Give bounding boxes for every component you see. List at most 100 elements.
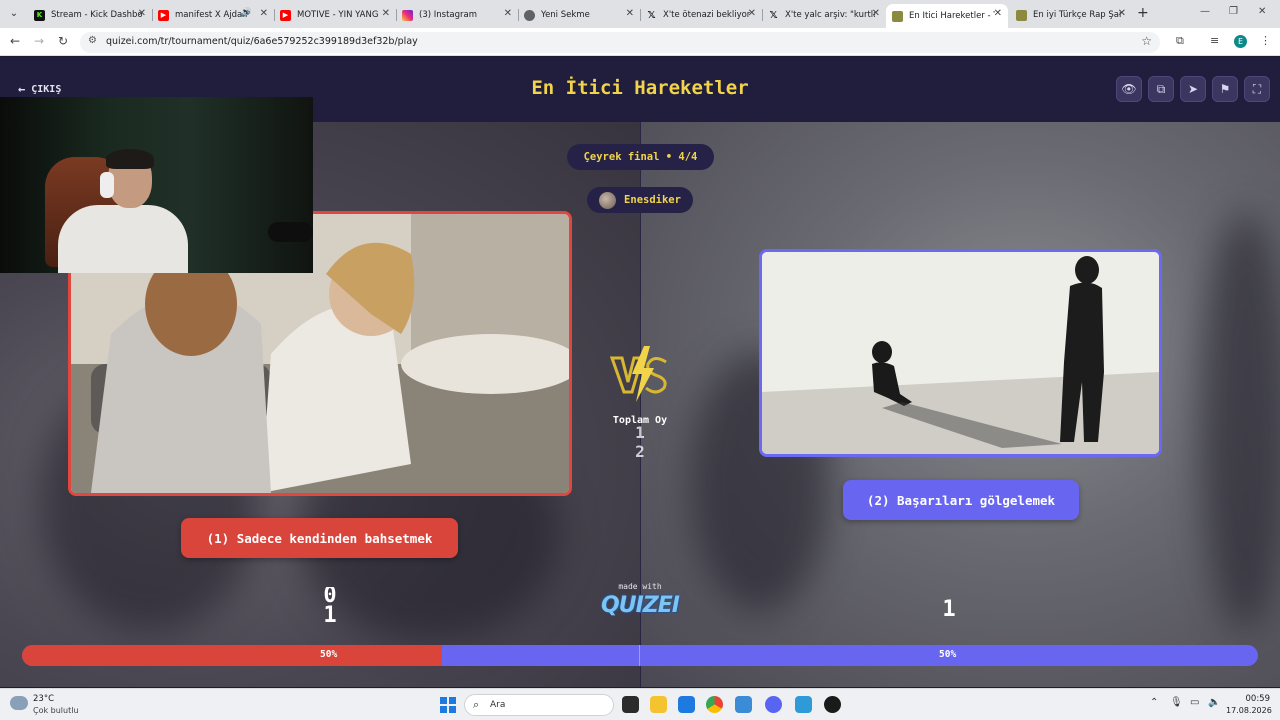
user-badge: Enesdiker: [587, 187, 693, 213]
url-text[interactable]: quizei.com/tr/tournament/quiz/6a6e579252…: [106, 36, 418, 47]
tab-title: En İtici Hareketler - T: [909, 11, 995, 21]
instagram-icon: [402, 9, 413, 21]
bookmark-star-icon[interactable]: ☆: [1141, 34, 1152, 48]
task-view-icon[interactable]: [622, 696, 639, 713]
left-progress-fill: [22, 645, 443, 666]
extensions-icon[interactable]: ⧉: [1176, 34, 1184, 48]
weather-temperature[interactable]: 23°C: [33, 694, 54, 704]
vs-lightning-icon: [609, 346, 667, 402]
tab-search-chevron-icon[interactable]: ⌄: [6, 6, 22, 22]
profile-avatar[interactable]: E: [1234, 35, 1247, 48]
cloud-icon[interactable]: [10, 696, 28, 710]
taskbar-search[interactable]: ⌕ Ara: [464, 694, 614, 716]
close-tab-icon[interactable]: ✕: [260, 8, 268, 19]
kick-icon: K: [34, 9, 45, 21]
progress-midline: [639, 645, 640, 666]
address-bar[interactable]: ⚙ quizei.com/tr/tournament/quiz/6a6e5792…: [80, 32, 1160, 53]
site-info-icon[interactable]: ⚙: [88, 35, 97, 46]
discord-icon[interactable]: [765, 696, 782, 713]
user-name: Enesdiker: [624, 194, 681, 206]
restore-icon[interactable]: ❐: [1229, 6, 1238, 17]
close-tab-icon[interactable]: ✕: [626, 8, 634, 19]
copy-icon[interactable]: ⧉: [1148, 76, 1174, 102]
webcam-overlay: [0, 97, 313, 273]
fullscreen-icon[interactable]: ⛶: [1244, 76, 1270, 102]
browser-tab-strip: ⌄ K Stream - Kick Dashbo ✕ ▶ manifest X …: [0, 0, 1280, 28]
close-tab-icon[interactable]: ✕: [994, 8, 1002, 19]
speaker-icon[interactable]: 🔊: [241, 8, 252, 18]
app-icon[interactable]: [735, 696, 752, 713]
total-votes-next-value: 2: [635, 442, 645, 461]
weather-description[interactable]: Çok bulutlu: [33, 706, 79, 715]
eye-icon[interactable]: 👁: [1116, 76, 1142, 102]
close-tab-icon[interactable]: ✕: [1118, 8, 1126, 19]
tab-en-itici-hareketler[interactable]: En İtici Hareketler - T ✕: [886, 4, 1008, 28]
browser-toolbar: ← → ↻ ⚙ quizei.com/tr/tournament/quiz/6a…: [0, 28, 1280, 56]
clock-time[interactable]: 00:59: [1244, 694, 1271, 704]
tab-title: X'te yalc arşiv: "kurtla: [785, 10, 875, 20]
chrome-taskbar-icon[interactable]: [706, 696, 723, 713]
total-votes-counter: 1 2: [600, 423, 680, 463]
headset: [100, 172, 114, 198]
minimize-icon[interactable]: —: [1200, 6, 1210, 17]
reading-list-icon[interactable]: ≡: [1210, 34, 1219, 47]
total-votes-value: 1: [635, 423, 645, 442]
new-tab-button[interactable]: +: [1137, 5, 1149, 21]
network-icon[interactable]: ▭: [1190, 697, 1199, 708]
left-option-button[interactable]: (1) Sadece kendinden bahsetmek: [181, 518, 458, 558]
right-option-image[interactable]: [759, 249, 1162, 457]
clock-date[interactable]: 17.08.2026: [1226, 706, 1272, 715]
reload-icon[interactable]: ↻: [58, 34, 68, 48]
send-icon[interactable]: ➤: [1180, 76, 1206, 102]
close-tab-icon[interactable]: ✕: [748, 8, 756, 19]
tab-x-arsiv[interactable]: 𝕏 X'te yalc arşiv: "kurtla ✕: [762, 4, 886, 26]
close-window-icon[interactable]: ✕: [1258, 6, 1266, 17]
round-label: Çeyrek final • 4/4: [583, 151, 698, 163]
tab-turkce-rap[interactable]: En iyi Türkçe Rap Şar ✕: [1010, 4, 1132, 26]
close-tab-icon[interactable]: ✕: [504, 8, 512, 19]
windows-taskbar: 23°C Çok bulutlu ⌕ Ara ⌃ 🎙 ▭ 🔈 00:59 17.…: [0, 688, 1280, 720]
close-tab-icon[interactable]: ✕: [138, 8, 146, 19]
right-votes-value: 1: [942, 597, 956, 622]
close-tab-icon[interactable]: ✕: [382, 8, 390, 19]
tab-title: MOTIVE - YIN YANG: [297, 10, 379, 20]
left-option-label: (1) Sadece kendinden bahsetmek: [206, 530, 433, 546]
obs-icon[interactable]: [824, 696, 841, 713]
x-icon: 𝕏: [647, 9, 656, 21]
windows-start-icon[interactable]: [440, 697, 456, 713]
right-option-button[interactable]: (2) Başarıları gölgelemek: [843, 480, 1079, 520]
store-icon[interactable]: [678, 696, 695, 713]
close-tab-icon[interactable]: ✕: [872, 8, 880, 19]
vote-progress-bar: 50% 50%: [22, 645, 1258, 666]
back-icon[interactable]: ←: [10, 34, 20, 48]
tab-kick-dashboard[interactable]: K Stream - Kick Dashbo ✕: [28, 4, 153, 26]
search-icon: ⌕: [473, 698, 480, 711]
tab-x-otenazi[interactable]: 𝕏 X'te ötenazi bekliyor ✕: [640, 4, 763, 26]
youtube-icon: ▶: [280, 9, 291, 21]
menu-kebab-icon[interactable]: ⋮: [1260, 34, 1271, 47]
made-with-label: made with: [618, 582, 662, 591]
search-placeholder: Ara: [490, 700, 506, 710]
round-badge: Çeyrek final • 4/4: [567, 144, 714, 170]
file-explorer-icon[interactable]: [650, 696, 667, 713]
right-percent-label: 50%: [939, 649, 957, 660]
volume-icon[interactable]: 🔈: [1208, 697, 1220, 708]
microphone: [268, 222, 313, 242]
notepad-icon[interactable]: [795, 696, 812, 713]
tab-instagram[interactable]: (3) Instagram ✕: [396, 4, 519, 26]
right-option-label: (2) Başarıları gölgelemek: [866, 492, 1056, 508]
forward-icon[interactable]: →: [34, 34, 44, 48]
microphone-icon[interactable]: 🎙: [1170, 697, 1183, 708]
tab-new-tab[interactable]: Yeni Sekme ✕: [518, 4, 641, 26]
tab-manifest[interactable]: ▶ manifest X Ajda P 🔊 ✕: [152, 4, 275, 26]
flag-icon[interactable]: ⚑: [1212, 76, 1238, 102]
quizei-icon: [1016, 9, 1027, 21]
shadow-figures-photo: [762, 252, 1159, 454]
streamer-hair: [106, 149, 154, 169]
streamer-body: [58, 205, 188, 273]
tray-chevron-icon[interactable]: ⌃: [1150, 697, 1158, 708]
quizei-logo[interactable]: QUIZEI: [590, 593, 690, 618]
tab-motive[interactable]: ▶ MOTIVE - YIN YANG ✕: [274, 4, 397, 26]
chrome-icon: [524, 9, 535, 21]
tab-title: En iyi Türkçe Rap Şar: [1033, 10, 1121, 20]
